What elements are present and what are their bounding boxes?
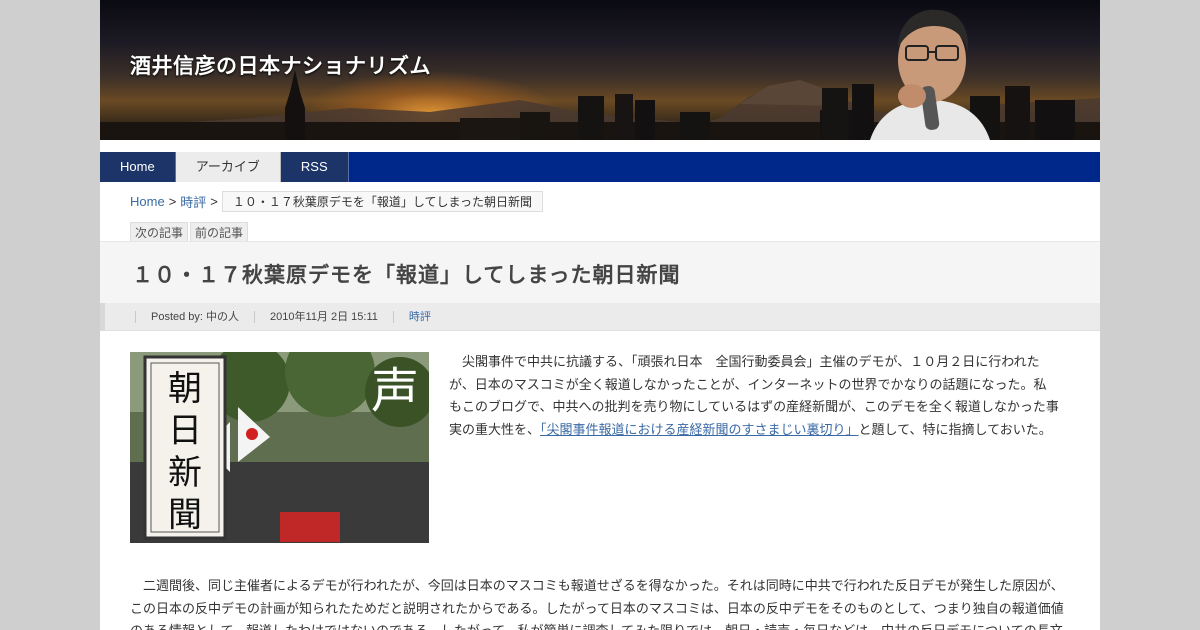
- entry-paragraph-2: 二週間後、同じ主催者によるデモが行われたが、今回は日本のマスコミも報道せざるを得…: [130, 579, 1064, 630]
- breadcrumb-separator: >: [168, 194, 177, 209]
- next-entry-button[interactable]: 次の記事: [130, 222, 189, 243]
- breadcrumb-category-link[interactable]: 時評: [180, 192, 206, 211]
- entry-title-band: １０・１７秋葉原デモを「報道」してしまった朝日新聞: [100, 241, 1100, 303]
- prev-entry-button[interactable]: 前の記事: [190, 222, 249, 243]
- page-container: 酒井信彦の日本ナショナリズム Home アーカイブ RSS Home > 時評 …: [100, 0, 1100, 630]
- newspaper-char: 朝: [168, 369, 202, 409]
- author-portrait: [870, 9, 990, 140]
- demo-photo-image: 朝 日 新 聞 声: [130, 352, 429, 543]
- entry-navigation: 次の記事 前の記事: [130, 222, 250, 243]
- entry-date: 2010年11月 2日 15:11: [254, 310, 393, 323]
- nav-rss[interactable]: RSS: [280, 152, 349, 182]
- entry-meta: Posted by: 中の人 2010年11月 2日 15:11 時評: [100, 303, 1100, 331]
- voice-char: 声: [371, 363, 419, 419]
- nav-archive[interactable]: アーカイブ: [175, 152, 281, 182]
- site-header: 酒井信彦の日本ナショナリズム: [100, 0, 1100, 140]
- entry-paragraph-1: 尖閣事件で中共に抗議する、「頑張れ日本 全国行動委員会」主催のデモが、１０月２日…: [449, 352, 1059, 442]
- entry-author: Posted by: 中の人: [135, 310, 254, 323]
- senkaku-article-link[interactable]: 「尖閣事件報道における産経新聞のすさまじい裏切り」: [540, 423, 859, 438]
- entry-title: １０・１７秋葉原デモを「報道」してしまった朝日新聞: [132, 263, 681, 287]
- para1-text-b: と題して、特に指摘しておいた。: [858, 422, 1052, 438]
- newspaper-char: 日: [168, 411, 202, 451]
- entry-category: 時評: [392, 310, 446, 323]
- nav-home[interactable]: Home: [100, 152, 176, 182]
- breadcrumb-separator: >: [210, 194, 218, 209]
- newspaper-char: 聞: [168, 495, 202, 535]
- breadcrumb-home-link[interactable]: Home: [130, 194, 165, 209]
- main-navigation: Home アーカイブ RSS: [100, 152, 1100, 182]
- breadcrumb-current: １０・１７秋葉原デモを「報道」してしまった朝日新聞: [221, 191, 544, 212]
- breadcrumb: Home > 時評 > １０・１７秋葉原デモを「報道」してしまった朝日新聞: [130, 191, 544, 212]
- newspaper-char: 新: [168, 453, 202, 493]
- entry-category-link[interactable]: 時評: [409, 311, 431, 323]
- site-title[interactable]: 酒井信彦の日本ナショナリズム: [130, 50, 431, 80]
- entry-photo[interactable]: 朝 日 新 聞 声: [130, 352, 429, 543]
